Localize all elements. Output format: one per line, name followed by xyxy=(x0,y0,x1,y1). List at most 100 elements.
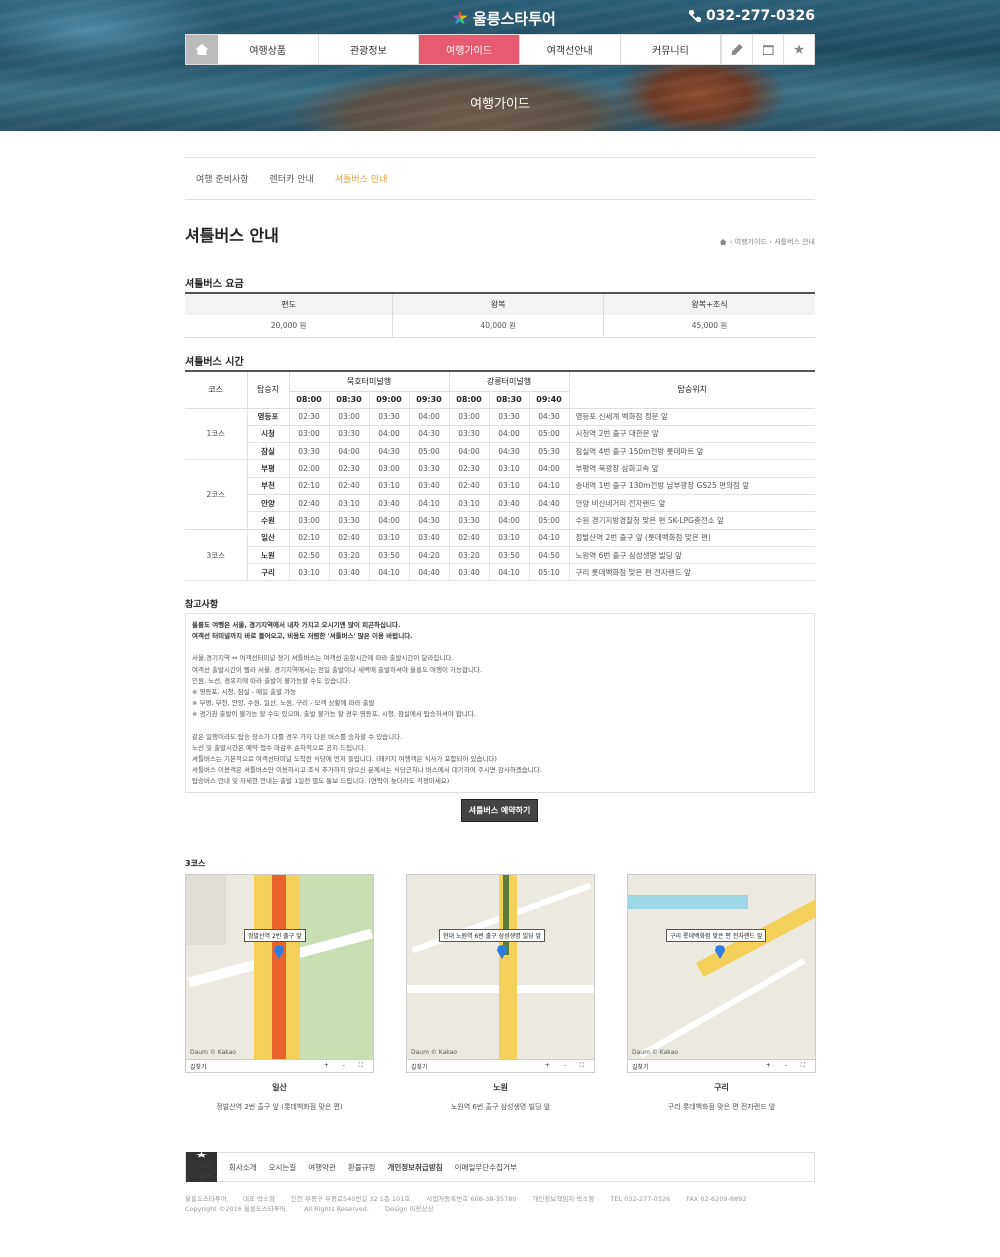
maps-row: 정발산역 2번 출구 앞 Daum © Kakao 길찾기 + - ⛶ 현대 노원… xyxy=(185,874,816,1074)
footer-info-item: 개인정보책임자 박소향 xyxy=(532,1195,595,1203)
departure-time: 04:00 xyxy=(448,442,490,461)
edit-button[interactable] xyxy=(721,35,752,64)
schedule-row: 잠실 03:30 04:00 04:30 05:00 04:00 04:30 05:30 잠실역… xyxy=(185,442,815,461)
course-name: 3코스 xyxy=(185,528,248,582)
logo-star-icon xyxy=(452,10,468,25)
departure-time: 02:40 xyxy=(328,476,370,495)
map-caption-ilsan: 일산 xyxy=(272,1083,287,1092)
footer-link-email[interactable]: 이메일무단수집거부 xyxy=(455,1162,517,1173)
note-line: ※ 부평, 부천, 안양, 수원, 일산, 노원, 구리 - 모객 상황에 따라… xyxy=(192,699,375,708)
departure-time: 03:10 xyxy=(368,528,410,547)
header-mukho: 묵호터미널행 xyxy=(288,370,450,392)
nav-item-ferry[interactable]: 여객선안내 xyxy=(520,35,621,64)
nav-item-guide[interactable]: 여행가이드 xyxy=(419,35,520,64)
footer-logo: 스타투어 xyxy=(186,1152,217,1182)
boarding-location: 구리 롯데백화점 맞은 편 전자랜드 앞 xyxy=(568,563,815,582)
subnav-item-rentcar[interactable]: 렌터카 안내 xyxy=(270,172,314,185)
fare-header-oneway: 편도 xyxy=(185,292,393,315)
stop-name: 부천 xyxy=(247,476,290,495)
departure-time: 03:00 xyxy=(448,407,490,426)
departure-time: 03:40 xyxy=(408,528,450,547)
boarding-location: 안양 비산네거리 전자랜드 앞 xyxy=(568,493,815,513)
route-link[interactable]: 길찾기 xyxy=(190,1062,207,1071)
footer-link-privacy[interactable]: 개인정보취급방침 xyxy=(387,1162,442,1173)
edit-icon xyxy=(731,44,743,55)
footer-link-about[interactable]: 회사소개 xyxy=(229,1162,257,1173)
nav-item-tourism[interactable]: 관광정보 xyxy=(319,35,420,64)
departure-time: 03:50 xyxy=(368,545,410,565)
route-link[interactable]: 길찾기 xyxy=(411,1062,428,1071)
course-name: 1코스 xyxy=(185,407,248,461)
nav-item-products[interactable]: 여행상품 xyxy=(218,35,319,64)
departure-time: 02:40 xyxy=(288,493,330,513)
departure-time: 03:30 xyxy=(448,511,490,530)
departure-time: 05:10 xyxy=(528,563,570,582)
stop-name: 수원 xyxy=(247,511,290,530)
reserve-shuttle-button[interactable]: 셔틀버스 예약하기 xyxy=(461,799,538,822)
map-brand: Daum © Kakao xyxy=(190,1049,236,1056)
footer-link-location[interactable]: 오시는길 xyxy=(269,1162,297,1173)
departure-time: 03:30 xyxy=(488,407,530,426)
map-zoom-controls[interactable]: + - ⛶ xyxy=(545,1062,590,1070)
map-toolbar: 길찾기 + - ⛶ xyxy=(186,1059,373,1072)
departure-time: 02:40 xyxy=(328,528,370,547)
map-toolbar: 길찾기 + - ⛶ xyxy=(628,1059,815,1072)
departure-time: 03:30 xyxy=(328,511,370,530)
home-button[interactable] xyxy=(186,35,218,64)
map-ilsan[interactable]: 정발산역 2번 출구 앞 Daum © Kakao 길찾기 + - ⛶ xyxy=(185,874,374,1073)
sub-nav: 여행 준비사항 렌터카 안내 셔틀버스 안내 xyxy=(185,157,815,200)
departure-time: 05:00 xyxy=(408,442,450,461)
route-link[interactable]: 길찾기 xyxy=(632,1062,649,1071)
departure-time: 03:00 xyxy=(368,459,410,478)
map-nowon[interactable]: 현대 노원역 6번 출구 삼성생명 빌딩 앞 Daum © Kakao 길찾기 +… xyxy=(406,874,595,1073)
departure-time: 03:10 xyxy=(488,476,530,495)
departure-time: 03:30 xyxy=(368,407,410,426)
copyright-text: Design 이랑상상 xyxy=(385,1205,434,1213)
departure-time: 02:10 xyxy=(288,528,330,547)
schedule-table: 코스 탑승지 묵호터미널행 강릉터미널행 탑승위치 08:00 08:30 09… xyxy=(185,370,815,582)
departure-time: 02:50 xyxy=(288,545,330,565)
departure-time: 04:00 xyxy=(328,442,370,461)
footer-info-item: 대표 박소향 xyxy=(242,1195,275,1203)
note-line: 셔틀버스는 기본적으로 여객선터미널 도착전 식당에 먼저 들립니다. (패키지… xyxy=(192,755,497,764)
departure-time: 04:10 xyxy=(368,563,410,582)
footer-link-refund[interactable]: 환불규정 xyxy=(348,1162,376,1173)
main-nav: 여행상품 관광정보 여행가이드 여객선안내 커뮤니티 xyxy=(185,34,815,65)
departure-time: 02:00 xyxy=(288,459,330,478)
subnav-item-preparation[interactable]: 여행 준비사항 xyxy=(196,172,249,185)
boarding-location: 시청역 2번 출구 대한문 앞 xyxy=(568,424,815,444)
home-icon[interactable] xyxy=(719,239,727,245)
note-line: 서울,경기지역 ↔ 여객선터미널 정기 셔틀버스는 여객선 운항시간에 따라 출… xyxy=(192,654,454,663)
note-line: 탑승버스 안내 및 자세한 안내는 출발 1일전 별도 통보 드립니다. (연락… xyxy=(192,777,450,786)
calendar-button[interactable] xyxy=(752,35,783,64)
nav-item-community[interactable]: 커뮤니티 xyxy=(621,35,722,64)
header-time: 09:00 xyxy=(368,390,410,409)
logo-text: 울릉스타투어 xyxy=(473,9,556,28)
stop-name: 시청 xyxy=(247,424,290,444)
boarding-location: 송내역 1번 출구 130m전방 남부광장 GS25 편의점 앞 xyxy=(568,476,815,495)
departure-time: 03:10 xyxy=(488,459,530,478)
map-zoom-controls[interactable]: + - ⛶ xyxy=(324,1062,369,1070)
departure-time: 03:30 xyxy=(288,442,330,461)
favorite-button[interactable] xyxy=(783,35,814,64)
star-icon xyxy=(793,44,805,55)
map-guri[interactable]: 구리 롯데백화점 맞은 편 전자랜드 앞 Daum © Kakao 길찾기 + -… xyxy=(627,874,816,1073)
footer-link-terms[interactable]: 여행약관 xyxy=(308,1162,336,1173)
map-zoom-controls[interactable]: + - ⛶ xyxy=(766,1062,811,1070)
departure-time: 03:40 xyxy=(448,563,490,582)
fare-header-round-breakfast: 왕복+조식 xyxy=(603,292,815,315)
site-logo[interactable]: 울릉스타투어 xyxy=(452,8,556,28)
subnav-item-shuttle[interactable]: 셔틀버스 안내 xyxy=(335,172,388,185)
stop-name: 안양 xyxy=(247,493,290,513)
map-callout: 구리 롯데백화점 맞은 편 전자랜드 앞 xyxy=(666,929,767,942)
header-course: 코스 xyxy=(185,370,248,409)
departure-time: 02:10 xyxy=(288,476,330,495)
departure-time: 04:00 xyxy=(368,424,410,444)
departure-time: 03:10 xyxy=(328,493,370,513)
departure-time: 05:30 xyxy=(528,442,570,461)
note-line: 여객선 출발시간이 빨라 서울, 경기지역에서는 전일 출발이나 새벽에 출발하… xyxy=(192,665,482,674)
schedule-row: 수원 03:00 03:30 04:00 04:30 03:30 04:00 05:00 수원 … xyxy=(185,511,815,530)
phone-icon xyxy=(688,10,701,22)
footer-nav: 스타투어 회사소개 오시는길 여행약관 환불규정 개인정보취급방침 이메일무단수… xyxy=(185,1152,815,1182)
header-time: 08:00 xyxy=(448,390,490,409)
